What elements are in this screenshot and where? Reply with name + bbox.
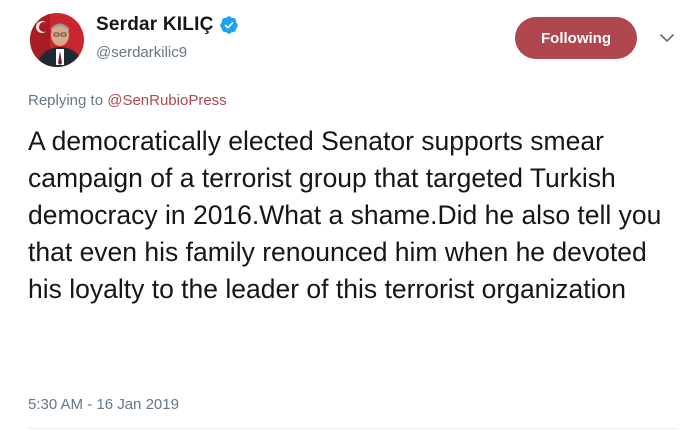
replying-to: Replying to @SenRubioPress: [28, 92, 227, 109]
name-row: Serdar KILIÇ: [96, 14, 239, 36]
tweet-card: Serdar KILIÇ @serdarkilic9 Following Rep…: [0, 0, 700, 431]
divider: [28, 428, 678, 429]
tweet-timestamp[interactable]: 5:30 AM - 16 Jan 2019: [28, 396, 179, 413]
replying-to-label: Replying to: [28, 92, 104, 109]
display-name[interactable]: Serdar KILIÇ: [96, 14, 214, 36]
following-button[interactable]: Following: [515, 17, 637, 59]
tweet-text: A democratically elected Senator support…: [28, 126, 662, 304]
avatar[interactable]: [30, 13, 84, 67]
reply-mention-link[interactable]: @SenRubioPress: [107, 92, 226, 109]
chevron-down-icon[interactable]: [658, 29, 676, 47]
avatar-image: [30, 13, 84, 67]
user-handle[interactable]: @serdarkilic9: [96, 44, 187, 61]
verified-badge-icon: [219, 15, 239, 35]
